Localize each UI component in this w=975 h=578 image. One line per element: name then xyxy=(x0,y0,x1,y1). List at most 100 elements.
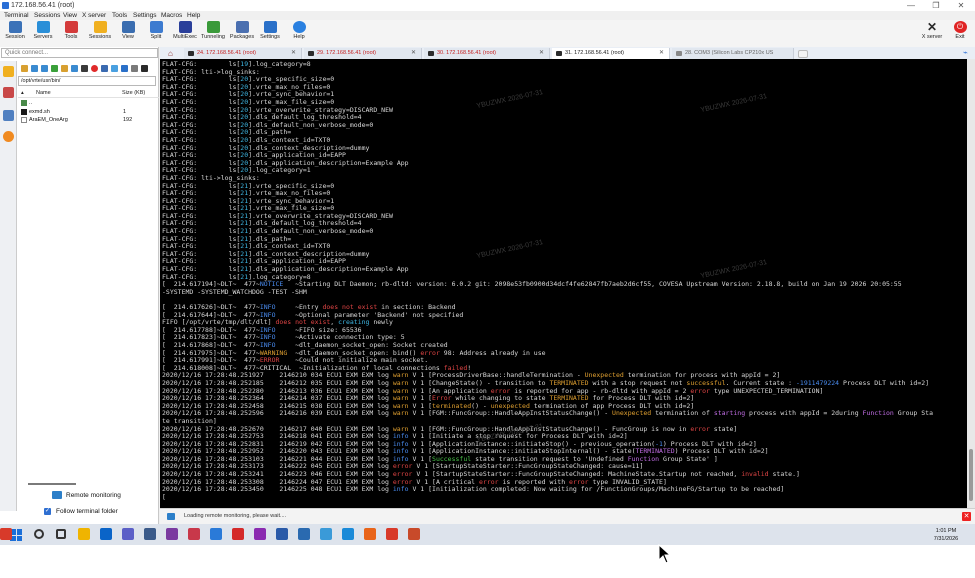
follow-folder-label: Follow terminal folder xyxy=(56,508,118,515)
close-tab-icon[interactable]: ✕ xyxy=(291,48,296,59)
word-icon[interactable] xyxy=(276,528,288,540)
help-button[interactable]: Help xyxy=(285,21,313,46)
tab-com3[interactable]: 28. COM3 (Silicon Labs CP210x US xyxy=(672,48,794,59)
sort-arrow-icon[interactable]: ▴ xyxy=(21,89,24,98)
network-app-icon[interactable] xyxy=(298,528,310,540)
new-folder-icon[interactable] xyxy=(61,65,68,72)
sessions-icon xyxy=(93,21,107,33)
close-tab-icon[interactable]: ✕ xyxy=(411,48,416,59)
vscode-icon[interactable] xyxy=(342,528,354,540)
file-row-exmd[interactable]: exmd.sh 1 xyxy=(18,108,159,116)
notepad-icon[interactable] xyxy=(144,528,156,540)
outlook-icon[interactable] xyxy=(100,528,112,540)
delete-icon[interactable] xyxy=(91,65,98,72)
menu-macros[interactable]: Macros xyxy=(161,11,182,20)
maximize-button[interactable]: ❐ xyxy=(925,0,947,11)
chrome-icon[interactable] xyxy=(386,528,398,540)
window-title: 172.168.56.41 (root) xyxy=(11,2,75,9)
view-icon xyxy=(121,21,135,33)
scrollbar-thumb[interactable] xyxy=(969,449,973,501)
file-row-parent[interactable]: .. xyxy=(18,99,159,107)
terminal-tab-icon xyxy=(428,51,434,56)
menu-sessions[interactable]: Sessions xyxy=(34,11,60,20)
new-file-icon[interactable] xyxy=(71,65,78,72)
filter-icon[interactable] xyxy=(111,65,118,72)
script-file-icon xyxy=(21,109,27,115)
exit-button[interactable]: ⏻ Exit xyxy=(946,21,974,46)
media-icon[interactable] xyxy=(408,528,420,540)
terminal-tab-icon xyxy=(308,51,314,56)
menu-terminal[interactable]: Terminal xyxy=(4,11,29,20)
new-tab-button[interactable] xyxy=(798,50,808,58)
menu-tools[interactable]: Tools xyxy=(112,11,127,20)
menu-x-server[interactable]: X server xyxy=(82,11,106,20)
mobaxterm-window: 172.168.56.41 (root) — ❐ ✕ Terminal Sess… xyxy=(0,0,975,524)
refresh-icon[interactable] xyxy=(51,65,58,72)
column-name[interactable]: Name xyxy=(36,89,51,98)
session-icon xyxy=(8,21,22,33)
tools-icon xyxy=(64,21,78,33)
quick-connect-input[interactable]: Quick connect... xyxy=(1,48,158,58)
firefox-icon[interactable] xyxy=(364,528,376,540)
terminal-scrollbar[interactable] xyxy=(967,59,975,508)
system-clock[interactable]: 1:01 PM 7/31/2026 xyxy=(924,527,968,543)
terminal-output[interactable]: FLAT-CFG: ls[19].log_category=8 FLAT-CFG:… xyxy=(160,59,967,508)
star-tab-icon[interactable] xyxy=(3,66,14,77)
attach-icon[interactable]: ⌁ xyxy=(963,48,968,57)
mobaxterm-icon[interactable] xyxy=(0,528,12,540)
menu-settings[interactable]: Settings xyxy=(133,11,157,20)
column-size[interactable]: Size (KB) xyxy=(122,89,145,98)
close-icon[interactable]: ✕ xyxy=(962,512,971,521)
terminal-line: 2020/12/16 17:28:48.252596 2146216 039 E… xyxy=(162,409,933,418)
menu-help[interactable]: Help xyxy=(187,11,200,20)
horizontal-scrollbar[interactable] xyxy=(28,483,76,485)
acrobat-icon[interactable] xyxy=(232,528,244,540)
minimize-button[interactable]: — xyxy=(900,0,922,11)
search-icon[interactable] xyxy=(34,529,44,539)
follow-folder-checkbox[interactable]: ✓ xyxy=(44,508,51,515)
file-row-araem[interactable]: AraEM_OneArg 192 xyxy=(18,116,159,124)
file-explorer-icon[interactable] xyxy=(78,528,90,540)
home-tab-icon[interactable]: ⌂ xyxy=(168,49,173,58)
app-icon-red[interactable] xyxy=(188,528,200,540)
remote-monitoring-button[interactable]: Remote monitoring xyxy=(66,491,121,500)
mail-icon[interactable] xyxy=(210,528,222,540)
main-toolbar: Session Servers Tools Sessions View Spli… xyxy=(0,20,975,47)
file-browser-toolbar xyxy=(18,63,159,74)
close-tab-icon[interactable]: ✕ xyxy=(539,48,544,59)
folder-up-button-icon[interactable] xyxy=(21,65,28,72)
sidebar-vertical-tabs xyxy=(0,61,17,511)
monitor-icon xyxy=(167,513,175,520)
file-icon xyxy=(21,117,27,123)
tab-session-29[interactable]: 29. 172.168.56.41 (root) ✕ xyxy=(304,48,422,59)
settings-icon xyxy=(263,21,277,33)
bookmark-icon[interactable] xyxy=(121,65,128,72)
menu-view[interactable]: View xyxy=(63,11,77,20)
snipping-tool-icon[interactable] xyxy=(166,528,178,540)
onenote-icon[interactable] xyxy=(254,528,266,540)
tools-tab-icon[interactable] xyxy=(3,87,14,98)
tab-session-24[interactable]: 24. 172.168.56.41 (root) ✕ xyxy=(184,48,302,59)
open-icon[interactable] xyxy=(81,65,88,72)
terminal-line: [ xyxy=(162,492,166,501)
close-window-button[interactable]: ✕ xyxy=(950,0,972,11)
tab-session-30[interactable]: 30. 172.168.56.41 (root) ✕ xyxy=(424,48,550,59)
session-tab-bar: ⌂ 24. 172.168.56.41 (root) ✕ 29. 172.168.… xyxy=(160,47,975,59)
upload-icon[interactable] xyxy=(41,65,48,72)
terminal-line: FLAT-CFG: ls[20].log_category=1 xyxy=(162,166,311,175)
menu-bar: Terminal Sessions View X server Tools Se… xyxy=(0,11,975,20)
teams-icon[interactable] xyxy=(122,528,134,540)
macros-tab-icon[interactable] xyxy=(3,131,14,142)
task-view-icon[interactable] xyxy=(56,529,66,539)
sftp-tab-icon[interactable] xyxy=(3,110,14,121)
settings-small-icon[interactable] xyxy=(131,65,138,72)
remote-path-input[interactable]: /opt/vrte/usr/bin/ xyxy=(18,76,156,86)
tab-session-31[interactable]: 31. 172.168.56.41 (root) ✕ xyxy=(552,48,670,59)
tunneling-icon xyxy=(206,21,220,33)
title-bar: 172.168.56.41 (root) — ❐ ✕ xyxy=(0,0,975,11)
download-icon[interactable] xyxy=(31,65,38,72)
text-icon[interactable] xyxy=(101,65,108,72)
paint-icon[interactable] xyxy=(320,528,332,540)
close-tab-icon[interactable]: ✕ xyxy=(659,48,664,59)
terminal-small-icon[interactable] xyxy=(141,65,148,72)
